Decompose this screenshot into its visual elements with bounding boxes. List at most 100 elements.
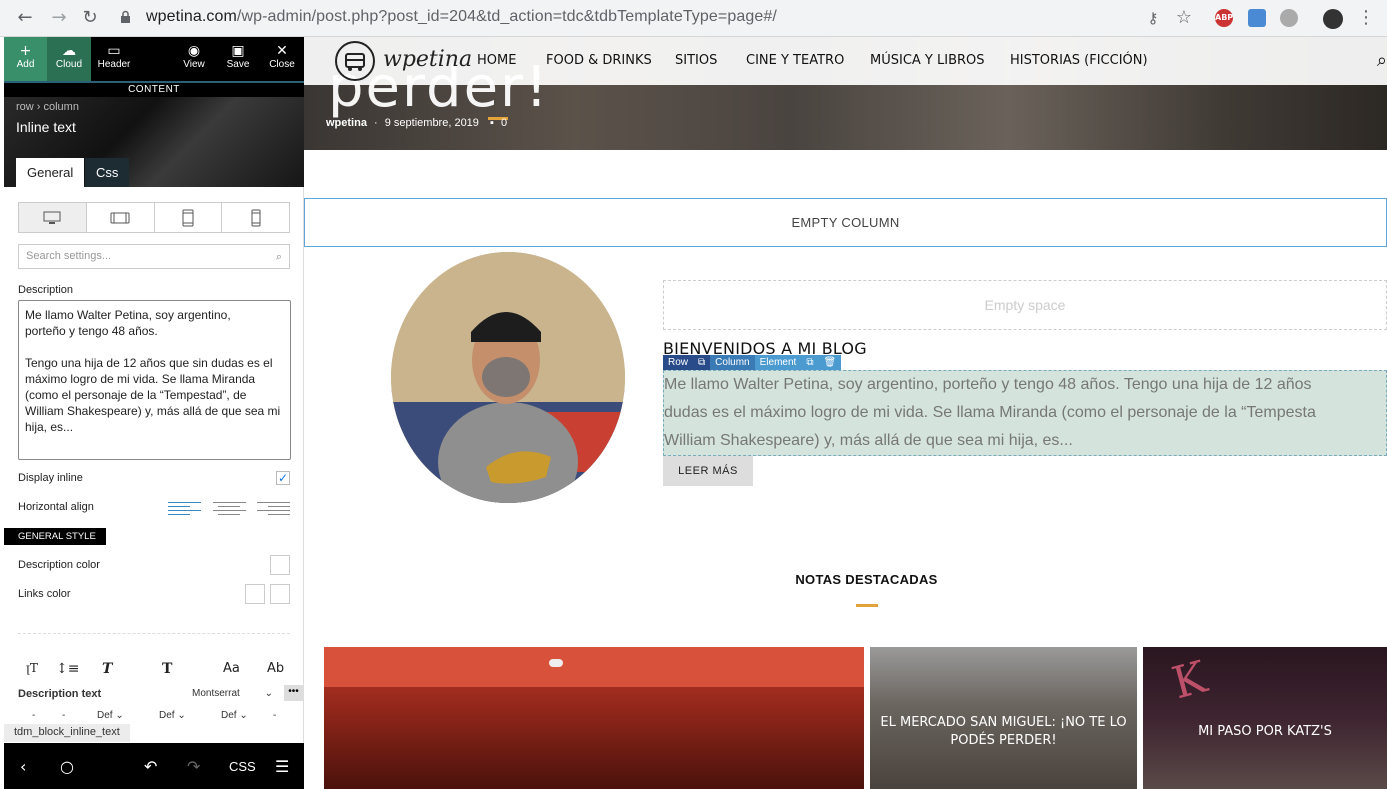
add-label: Add bbox=[16, 59, 35, 70]
extension-icon[interactable] bbox=[1248, 9, 1266, 27]
nav-cine-teatro[interactable]: CINE Y TEATRO bbox=[746, 53, 844, 68]
add-button[interactable]: + Add bbox=[4, 37, 47, 81]
undo-icon[interactable]: ↶ bbox=[144, 757, 157, 776]
featured-card-3[interactable]: K MI PASO POR KATZ'S bbox=[1143, 647, 1387, 789]
align-left-icon[interactable] bbox=[168, 502, 201, 516]
font-weight-select[interactable]: Def ⌄ bbox=[159, 710, 186, 721]
save-button[interactable]: ▣ Save bbox=[216, 37, 260, 81]
desktop-device-button[interactable] bbox=[19, 203, 87, 232]
logo-text[interactable]: wpetina bbox=[383, 47, 472, 72]
editor-toolbar: + Add ☁ Cloud ▭ Header ◉ View ▣ Save ✕ Close bbox=[4, 37, 304, 81]
phone-device-button[interactable] bbox=[222, 203, 289, 232]
links-hover-color-swatch[interactable] bbox=[270, 584, 290, 604]
nav-sitios[interactable]: SITIOS bbox=[675, 53, 717, 68]
card-2-title: EL MERCADO SAN MIGUEL: ¡NO TE LO PODÉS P… bbox=[880, 715, 1127, 748]
description-textarea[interactable]: Me llamo Walter Petina, soy argentino, p… bbox=[18, 300, 291, 460]
letter-spacing-icon[interactable]: Ab bbox=[267, 661, 284, 676]
font-size-icon[interactable]: ꞁT bbox=[26, 661, 38, 675]
browser-toolbar: ← → ↻ wpetina.com/wp-admin/post.php?post… bbox=[0, 0, 1387, 37]
extension-gray-icon[interactable] bbox=[1280, 9, 1298, 27]
font-style-select[interactable]: Def ⌄ bbox=[97, 710, 124, 721]
meta-separator: · bbox=[374, 117, 378, 129]
description-color-swatch[interactable] bbox=[270, 555, 290, 575]
element-badge[interactable]: Element bbox=[754, 355, 802, 370]
read-more-button[interactable]: LEER MÁS bbox=[663, 456, 753, 486]
display-inline-checkbox[interactable]: ✓ bbox=[276, 471, 290, 485]
nav-historias[interactable]: HISTORIAS (FICCIÓN) bbox=[1010, 53, 1148, 68]
links-color-swatch[interactable] bbox=[245, 584, 265, 604]
breadcrumb[interactable]: row › column bbox=[16, 101, 79, 113]
forward-arrow-icon[interactable]: → bbox=[48, 7, 70, 29]
links-color-label: Links color bbox=[18, 588, 71, 600]
featured-card-2[interactable]: EL MERCADO SAN MIGUEL: ¡NO TE LO PODÉS P… bbox=[870, 647, 1137, 789]
font-family-select[interactable]: Montserrat ⌄ bbox=[192, 688, 273, 699]
home-circle-icon[interactable]: ○ bbox=[60, 757, 74, 776]
tablet-landscape-device-button[interactable] bbox=[87, 203, 155, 232]
more-options-button[interactable]: ••• bbox=[284, 685, 303, 701]
logo-bus-icon[interactable] bbox=[335, 41, 375, 81]
back-arrow-icon[interactable]: ← bbox=[14, 7, 36, 29]
chevron-down-icon: ⌄ bbox=[177, 710, 186, 721]
search-icon[interactable]: ⌕ bbox=[1377, 50, 1387, 71]
element-copy-icon[interactable]: ⧉ bbox=[801, 355, 819, 370]
text-transform-icon[interactable]: Aa bbox=[223, 661, 240, 676]
font-size-value[interactable]: - bbox=[32, 710, 35, 721]
address-bar[interactable]: wpetina.com/wp-admin/post.php?post_id=20… bbox=[146, 8, 777, 26]
letter-spacing-value[interactable]: - bbox=[273, 710, 276, 721]
view-button[interactable]: ◉ View bbox=[172, 37, 216, 81]
featured-card-1[interactable] bbox=[324, 647, 864, 789]
redo-icon[interactable]: ↷ bbox=[187, 757, 200, 776]
empty-space[interactable]: Empty space bbox=[663, 280, 1387, 330]
reload-icon[interactable]: ↻ bbox=[79, 7, 101, 29]
line-height-value[interactable]: - bbox=[62, 710, 65, 721]
search-icon: ⌕ bbox=[275, 250, 282, 263]
align-center-icon[interactable] bbox=[213, 502, 246, 516]
css-button[interactable]: CSS bbox=[229, 759, 256, 774]
blog-line-1: Me llamo Walter Petina, soy argentino, p… bbox=[664, 376, 1312, 393]
featured-title: NOTAS DESTACADAS bbox=[795, 572, 938, 587]
column-badge[interactable]: Column bbox=[710, 355, 755, 370]
tablet-portrait-icon bbox=[182, 209, 194, 226]
row-badge[interactable]: Row bbox=[663, 355, 694, 370]
empty-column[interactable]: EMPTY COLUMN bbox=[304, 198, 1387, 247]
text-transform-select[interactable]: Def ⌄ bbox=[221, 710, 248, 721]
bold-icon[interactable]: T bbox=[162, 661, 172, 677]
post-meta: wpetina · 9 septiembre, 2019 ▪ 0 bbox=[326, 117, 507, 129]
nav-food-drinks[interactable]: FOOD & DRINKS bbox=[546, 53, 652, 68]
layers-icon[interactable]: ☰ bbox=[275, 757, 289, 776]
profile-avatar[interactable] bbox=[1323, 9, 1343, 29]
key-icon[interactable]: ⚷ bbox=[1142, 7, 1164, 29]
tab-css[interactable]: Css bbox=[85, 158, 130, 187]
general-style-header: GENERAL STYLE bbox=[4, 528, 106, 545]
tab-general[interactable]: General bbox=[16, 158, 85, 187]
inline-text-block[interactable]: Me llamo Walter Petina, soy argentino, p… bbox=[663, 370, 1387, 456]
line-height-icon[interactable]: ↕≡ bbox=[56, 661, 79, 677]
row-copy-icon[interactable]: ⧉ bbox=[693, 355, 711, 370]
italic-icon[interactable]: T bbox=[102, 661, 112, 677]
meta-comments[interactable]: 0 bbox=[501, 117, 507, 129]
align-right-icon[interactable] bbox=[257, 502, 290, 516]
display-inline-label: Display inline bbox=[18, 472, 83, 484]
floppy-icon: ▣ bbox=[231, 43, 245, 59]
header-button[interactable]: ▭ Header bbox=[92, 37, 136, 81]
block-tag: tdm_block_inline_text bbox=[4, 724, 130, 742]
nav-home[interactable]: HOME bbox=[477, 53, 516, 68]
search-settings-input[interactable]: Search settings... ⌕ bbox=[18, 244, 290, 269]
adblock-extension-icon[interactable]: ABP bbox=[1215, 9, 1233, 27]
device-switcher bbox=[18, 202, 290, 233]
meta-author[interactable]: wpetina bbox=[326, 117, 367, 129]
trash-icon[interactable]: 🗑 bbox=[818, 355, 842, 370]
nav-musica-libros[interactable]: MÚSICA Y LIBROS bbox=[870, 53, 985, 68]
tablet-landscape-icon bbox=[110, 212, 130, 223]
tablet-portrait-device-button[interactable] bbox=[155, 203, 223, 232]
blog-line-2: dudas es el máximo logro de mi vida. Se … bbox=[664, 404, 1316, 421]
back-icon[interactable]: ‹ bbox=[20, 757, 26, 776]
site-nav: wpetina HOME FOOD & DRINKS SITIOS CINE Y… bbox=[304, 37, 1387, 85]
star-icon[interactable]: ☆ bbox=[1173, 7, 1195, 29]
site-preview: perder! wpetina · 9 septiembre, 2019 ▪ 0… bbox=[304, 37, 1387, 789]
menu-kebab-icon[interactable]: ⋮ bbox=[1355, 7, 1377, 29]
close-icon: ✕ bbox=[276, 43, 288, 59]
meta-date: 9 septiembre, 2019 bbox=[384, 117, 479, 129]
close-button[interactable]: ✕ Close bbox=[260, 37, 304, 81]
cloud-button[interactable]: ☁ Cloud bbox=[47, 37, 91, 81]
